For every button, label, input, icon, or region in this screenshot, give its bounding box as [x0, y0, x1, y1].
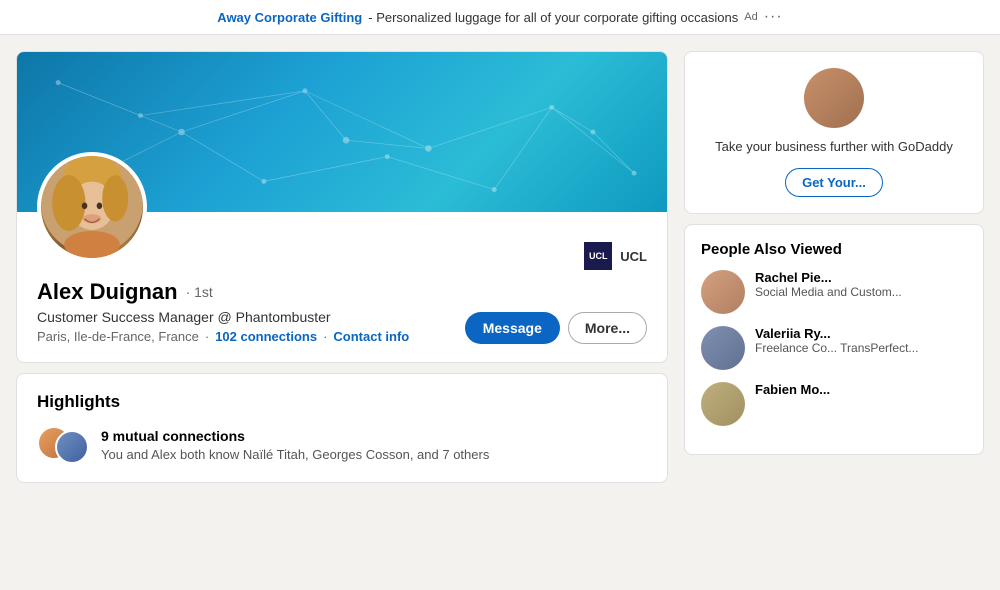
pav-avatar-1: [701, 270, 745, 314]
avatar-svg: [41, 156, 143, 258]
connections-link[interactable]: 102 connections: [215, 329, 317, 344]
mutual-count: 9 mutual connections: [101, 428, 489, 444]
degree-badge: · 1st: [186, 284, 213, 300]
pav-name-1[interactable]: Rachel Pie...: [755, 270, 902, 285]
highlights-card: Highlights 9 mutual connections You and …: [16, 373, 668, 483]
profile-location: Paris, Ile-de-France, France: [37, 329, 199, 344]
mutual-avatars-stack: [37, 426, 89, 464]
action-buttons: Message More...: [465, 312, 647, 344]
ad-text: - Personalized luggage for all of your c…: [368, 10, 738, 25]
pav-item-3[interactable]: Fabien Mo...: [701, 382, 967, 426]
profile-info-section: UCL UCL Message More... Alex Duignan · 1…: [17, 212, 667, 362]
ad-card: Take your business further with GoDaddy …: [684, 51, 984, 214]
pav-item-2[interactable]: Valeriia Ry... Freelance Co... TransPerf…: [701, 326, 967, 370]
more-button[interactable]: More...: [568, 312, 647, 344]
ad-label: Ad: [744, 11, 757, 23]
message-button[interactable]: Message: [465, 312, 560, 344]
left-column: UCL UCL Message More... Alex Duignan · 1…: [16, 51, 668, 571]
pav-item-1[interactable]: Rachel Pie... Social Media and Custom...: [701, 270, 967, 314]
pav-avatar-3: [701, 382, 745, 426]
ad-description: Take your business further with GoDaddy: [715, 138, 953, 156]
highlights-title: Highlights: [37, 392, 647, 412]
get-button[interactable]: Get Your...: [785, 168, 883, 197]
pav-name-3[interactable]: Fabien Mo...: [755, 382, 830, 397]
ad-brand-link[interactable]: Away Corporate Gifting: [217, 10, 362, 25]
people-also-viewed-card: People Also Viewed Rachel Pie... Social …: [684, 224, 984, 455]
profile-card: UCL UCL Message More... Alex Duignan · 1…: [16, 51, 668, 363]
ucl-label[interactable]: UCL: [620, 249, 647, 264]
pav-info-1: Rachel Pie... Social Media and Custom...: [755, 270, 902, 301]
mutual-text: 9 mutual connections You and Alex both k…: [101, 428, 489, 462]
education-row: UCL UCL: [584, 242, 647, 270]
ucl-icon: UCL: [584, 242, 612, 270]
mutual-avatar-2: [55, 430, 89, 464]
pav-role-1: Social Media and Custom...: [755, 285, 902, 301]
avatar-image: [41, 156, 143, 258]
main-layout: UCL UCL Message More... Alex Duignan · 1…: [0, 35, 1000, 587]
profile-name: Alex Duignan: [37, 279, 178, 305]
right-column: Take your business further with GoDaddy …: [684, 51, 984, 571]
pav-name-2[interactable]: Valeriia Ry...: [755, 326, 918, 341]
avatar: [37, 152, 147, 262]
mutual-connections-row: 9 mutual connections You and Alex both k…: [37, 426, 647, 464]
ad-more-button[interactable]: ···: [764, 8, 783, 26]
pav-avatar-2: [701, 326, 745, 370]
people-also-viewed-title: People Also Viewed: [701, 241, 967, 258]
contact-info-link[interactable]: Contact info: [333, 329, 409, 344]
name-row: Alex Duignan · 1st: [37, 279, 647, 305]
pav-info-2: Valeriia Ry... Freelance Co... TransPerf…: [755, 326, 918, 357]
ad-avatar: [804, 68, 864, 128]
pav-role-2: Freelance Co... TransPerfect...: [755, 341, 918, 357]
separator-dot-2: ·: [323, 329, 327, 344]
mutual-description: You and Alex both know Naïlé Titah, Geor…: [101, 447, 489, 462]
ad-bar: Away Corporate Gifting - Personalized lu…: [0, 0, 1000, 35]
separator-dot-1: ·: [205, 329, 209, 344]
pav-info-3: Fabien Mo...: [755, 382, 830, 397]
